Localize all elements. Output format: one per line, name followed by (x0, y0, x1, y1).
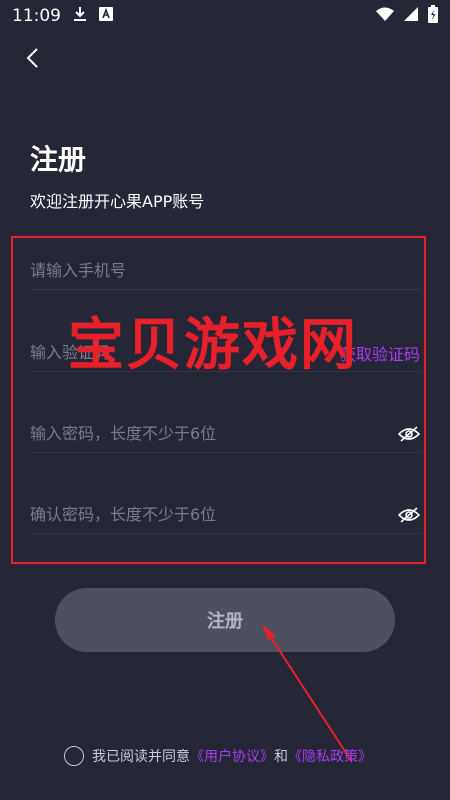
download-icon (73, 6, 87, 27)
status-time: 11:09 (12, 6, 61, 26)
page-subtitle: 欢迎注册开心果APP账号 (30, 192, 205, 211)
password-input[interactable] (30, 424, 398, 443)
confirm-password-input[interactable] (30, 505, 398, 524)
agreement-prefix: 我已阅读并同意 (92, 749, 190, 765)
confirm-password-field (30, 496, 420, 534)
user-agreement-link[interactable]: 《用户协议》 (190, 746, 274, 766)
back-button[interactable] (18, 46, 46, 74)
code-field: 获取验证码 (30, 334, 420, 372)
eye-off-icon[interactable] (398, 425, 420, 442)
battery-icon (428, 4, 438, 28)
privacy-policy-link[interactable]: 《隐私政策》 (288, 746, 372, 766)
page-title: 注册 (30, 143, 87, 176)
phone-input[interactable] (30, 261, 420, 280)
get-code-button[interactable]: 获取验证码 (340, 341, 420, 365)
phone-field (30, 252, 420, 290)
agreement-and: 和 (274, 749, 288, 765)
eye-off-icon[interactable] (398, 506, 420, 523)
signal-icon (404, 6, 418, 26)
status-bar: 11:09 (0, 0, 450, 32)
wifi-icon (376, 6, 394, 26)
register-button[interactable]: 注册 (55, 588, 395, 652)
agreement-checkbox[interactable] (64, 746, 84, 766)
chevron-left-icon (24, 47, 40, 73)
verification-code-input[interactable] (30, 343, 340, 362)
a-notification-icon (99, 6, 113, 26)
agreement-row: 我已阅读并同意 《用户协议》 和 《隐私政策》 (64, 744, 372, 768)
password-field (30, 415, 420, 453)
